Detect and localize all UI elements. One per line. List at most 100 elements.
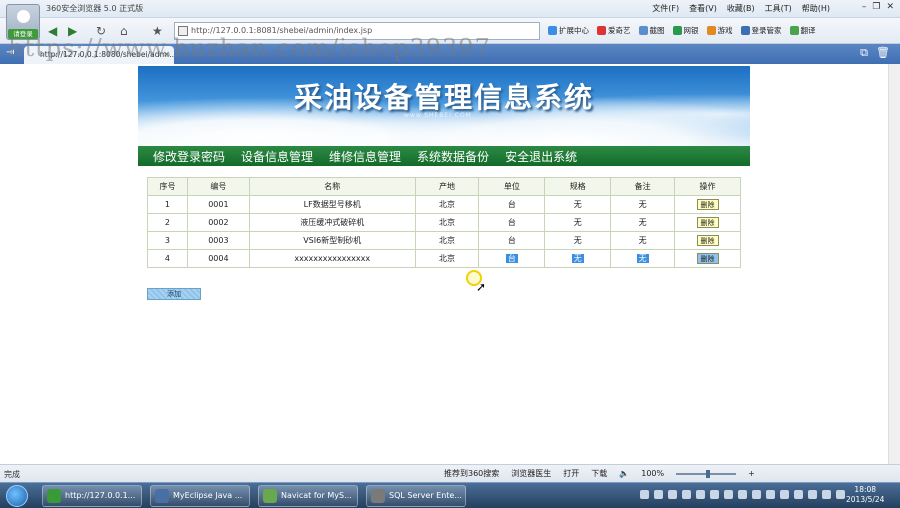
maximize-icon[interactable]: ❐ [872, 2, 880, 12]
myeclipse-app-icon [155, 489, 169, 503]
tray-icon[interactable] [836, 490, 845, 499]
delete-button[interactable]: 删除 [696, 253, 719, 264]
translate-icon [789, 26, 799, 35]
nav-equipment[interactable]: 设备信息管理 [241, 148, 313, 165]
cell-spec: 无 [544, 213, 612, 232]
tray-icon[interactable] [738, 490, 747, 499]
cell-unit: 台 [478, 249, 546, 268]
browser-menu: 文件(F) 查看(V) 收藏(B) 工具(T) 帮助(H) [652, 3, 830, 14]
cell-note: 无 [610, 195, 676, 214]
user-avatar[interactable]: 请登录 [6, 4, 40, 40]
taskbar-item-myeclipse[interactable]: MyEclipse Java ... [150, 485, 250, 507]
taskbar-item-browser[interactable]: http://127.0.0.1... [42, 485, 142, 507]
menu-help[interactable]: 帮助(H) [802, 3, 830, 14]
ext-center[interactable]: 扩展中心 [548, 25, 589, 36]
windows-taskbar: http://127.0.0.1... MyEclipse Java ... N… [0, 482, 900, 508]
cell-note: 无 [610, 213, 676, 232]
browser-tab[interactable]: http://127.0.0.1:8080/shebei/adm... ✕ [24, 46, 174, 64]
trash-icon[interactable]: 🗑 [876, 46, 890, 60]
navicat-app-icon [263, 489, 277, 503]
ext-bank[interactable]: 网银 [672, 25, 699, 36]
home-icon[interactable]: ⌂ [120, 22, 128, 40]
menu-file[interactable]: 文件(F) [652, 3, 679, 14]
login-tag[interactable]: 请登录 [8, 29, 38, 39]
tray-icon[interactable] [794, 490, 803, 499]
tray-icon[interactable] [766, 490, 775, 499]
browser-title: 360安全浏览器 5.0 正式版 [46, 4, 144, 13]
system-clock[interactable]: 18:08 2013/5/24 [846, 485, 884, 505]
extension-icon [548, 26, 557, 35]
browser-toolbar: ◀ ▶ ↻ ⌂ ★ http://127.0.0.1:8081/shebei/a… [0, 18, 900, 44]
close-icon[interactable]: ✕ [886, 2, 894, 12]
nav-backup[interactable]: 系统数据备份 [417, 148, 489, 165]
site-banner: 采油设备管理信息系统 www.SHEBEI.COM [138, 66, 750, 146]
menu-view[interactable]: 查看(V) [689, 3, 717, 14]
menu-favorites[interactable]: 收藏(B) [727, 3, 755, 14]
equipment-table-wrap: 序号 编号 名称 产地 单位 规格 备注 操作 1 0001 LF数据型号移机 … [147, 177, 741, 268]
cell-name: 液压缓冲式破碎机 [248, 213, 416, 232]
speaker-icon[interactable]: 🔈 [619, 469, 629, 478]
cell-spec: 无 [544, 195, 612, 214]
tray-icon[interactable] [822, 490, 831, 499]
tray-icon[interactable] [808, 490, 817, 499]
tray-icon[interactable] [668, 490, 677, 499]
favorite-star-icon[interactable]: ★ [152, 22, 163, 40]
status-browser-doctor[interactable]: 浏览器医生 [511, 468, 551, 479]
tray-icon[interactable] [682, 490, 691, 499]
ext-translate[interactable]: 翻译 [789, 25, 816, 36]
status-recommend-search[interactable]: 推荐到360搜索 [444, 468, 499, 479]
key-icon [740, 26, 750, 35]
ext-login-manager[interactable]: 登录管家 [740, 25, 782, 36]
ext-screenshot[interactable]: 截图 [638, 25, 665, 36]
delete-button[interactable]: 删除 [696, 235, 719, 246]
address-bar[interactable]: http://127.0.0.1:8081/shebei/admin/index… [174, 22, 540, 40]
nav-change-password[interactable]: 修改登录密码 [153, 148, 225, 165]
delete-button[interactable]: 删除 [696, 199, 719, 210]
tray-icon[interactable] [710, 490, 719, 499]
refresh-icon[interactable]: ↻ [96, 22, 106, 40]
minimize-icon[interactable]: – [862, 2, 867, 12]
tray-icon[interactable] [654, 490, 663, 499]
start-button-icon[interactable] [6, 485, 28, 507]
cell-seq: 2 [147, 213, 188, 232]
clock-time: 18:08 [854, 485, 877, 494]
status-open[interactable]: 打开 [563, 468, 579, 479]
status-download[interactable]: 下载 [591, 468, 607, 479]
cell-origin: 北京 [414, 231, 480, 250]
nav-repair[interactable]: 维修信息管理 [329, 148, 401, 165]
tray-icon[interactable] [640, 490, 649, 499]
zoom-slider-knob[interactable] [706, 469, 711, 478]
ext-iqiyi[interactable]: 爱奇艺 [597, 25, 631, 36]
status-items: 推荐到360搜索 浏览器医生 打开 下载 🔈 100% + [444, 468, 755, 479]
tray-icon[interactable] [724, 490, 733, 499]
page-scrollbar[interactable] [888, 64, 900, 464]
zoom-level[interactable]: 100% [641, 469, 664, 478]
tray-icon[interactable] [780, 490, 789, 499]
menu-tools[interactable]: 工具(T) [765, 3, 792, 14]
forward-icon[interactable]: ▶ [68, 22, 77, 40]
browser-app-icon [47, 489, 61, 503]
ext-game[interactable]: 游戏 [706, 25, 733, 36]
cell-unit-selected: 台 [505, 254, 518, 263]
cell-unit: 台 [478, 195, 546, 214]
browser-title-bar: 360安全浏览器 5.0 正式版 文件(F) 查看(V) 收藏(B) 工具(T)… [0, 0, 900, 18]
back-icon[interactable]: ◀ [48, 22, 57, 40]
taskbar-item-navicat[interactable]: Navicat for MyS... [258, 485, 358, 507]
nav-logout[interactable]: 安全退出系统 [505, 148, 577, 165]
cell-code: 0001 [186, 195, 250, 214]
zoom-slider[interactable] [676, 469, 737, 478]
site-nav: 修改登录密码 设备信息管理 维修信息管理 系统数据备份 安全退出系统 [138, 146, 750, 166]
col-header-name: 名称 [248, 177, 416, 196]
tray-icon[interactable] [696, 490, 705, 499]
zoom-in-icon[interactable]: + [748, 469, 755, 478]
table-row: 1 0001 LF数据型号移机 北京 台 无 无 删除 [147, 195, 741, 214]
delete-button[interactable]: 删除 [696, 217, 719, 228]
tray-icon[interactable] [752, 490, 761, 499]
cell-unit: 台 [478, 213, 546, 232]
restore-tabs-icon[interactable]: ⧉ [860, 46, 868, 60]
add-button[interactable]: 添加 [147, 288, 201, 300]
taskbar-item-sqlserver[interactable]: SQL Server Ente... [366, 485, 466, 507]
sidebar-toggle-icon[interactable]: ⇥ [6, 47, 14, 58]
window-controls: – ❐ ✕ [862, 2, 894, 12]
tab-close-icon[interactable]: ✕ [163, 46, 170, 64]
